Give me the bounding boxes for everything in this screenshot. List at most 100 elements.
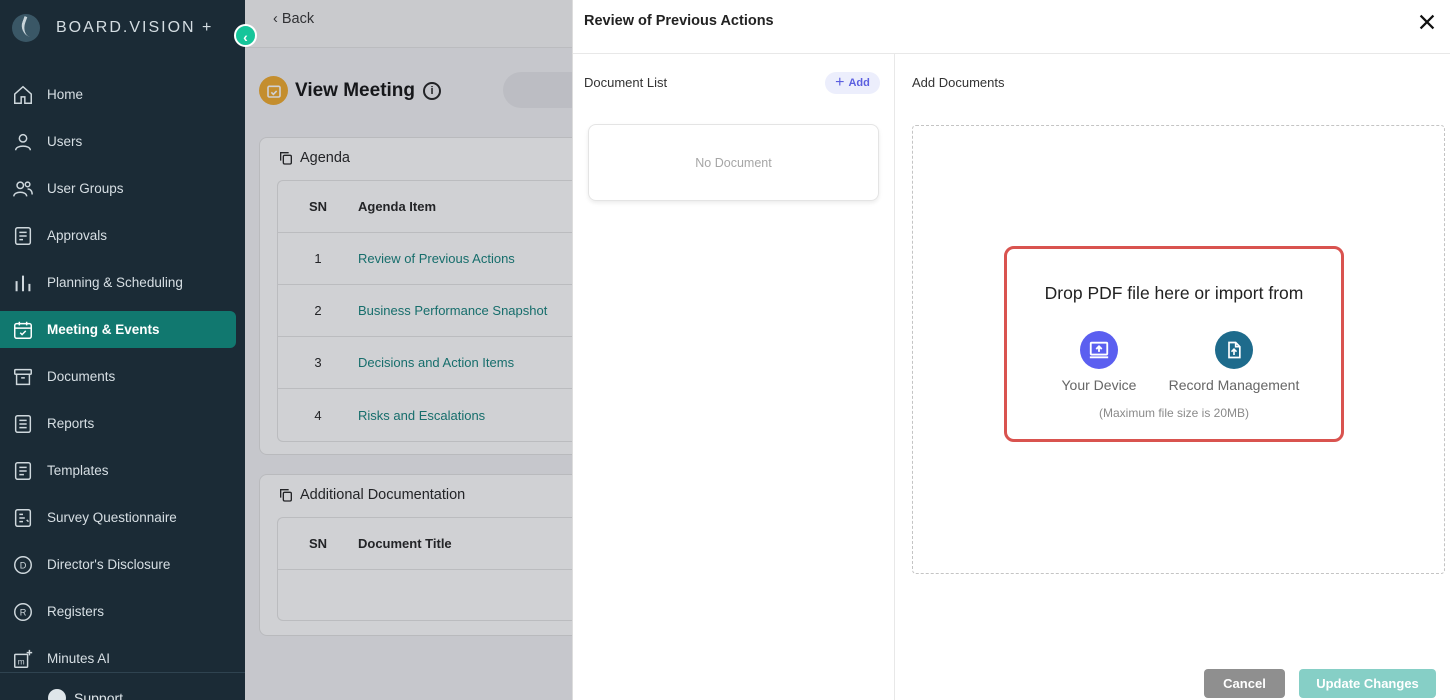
svg-text:R: R <box>20 607 27 617</box>
approval-icon <box>14 226 32 245</box>
user-icon <box>14 133 32 150</box>
sidebar-item-home[interactable]: Home <box>0 76 236 113</box>
agenda-item-link[interactable]: Review of Previous Actions <box>358 251 515 266</box>
file-upload-icon <box>1215 331 1253 369</box>
review-panel: Review of Previous Actions Document List… <box>572 0 1450 700</box>
sidebar-item-label: Minutes AI <box>47 651 111 666</box>
agenda-table: SN Agenda Item 1 Review of Previous Acti… <box>277 180 590 442</box>
support-button[interactable]: Support <box>48 689 123 700</box>
brand[interactable]: BOARD.VISION + <box>12 14 213 42</box>
col-agenda-item: Agenda Item <box>358 199 437 214</box>
sidebar-item-label: Survey Questionnaire <box>47 510 177 525</box>
drop-instructions: Drop PDF file here or import from <box>1044 283 1304 303</box>
sidebar-item-reports[interactable]: Reports <box>0 405 236 442</box>
max-file-size-note: (Maximum file size is 20MB) <box>1098 406 1250 420</box>
sidebar-collapse-button[interactable]: ‹ <box>234 24 257 47</box>
sidebar-footer: Support <box>0 672 245 700</box>
sidebar-nav: Home Users User Groups Approvals Plannin… <box>0 76 245 687</box>
page-title-text: View Meeting <box>295 79 416 101</box>
table-row: 2 Business Performance Snapshot <box>278 285 590 337</box>
device-upload-icon <box>1080 331 1118 369</box>
brand-logo-icon <box>12 14 40 42</box>
back-link[interactable]: ‹ Back <box>273 11 314 27</box>
your-device-label: Your Device <box>1061 377 1137 393</box>
panel-header: Review of Previous Actions <box>573 0 1450 54</box>
copy-icon <box>280 489 292 502</box>
chevron-left-icon: ‹ <box>243 29 248 45</box>
col-document-title: Document Title <box>358 536 452 551</box>
sidebar-item-registers[interactable]: R Registers <box>0 593 236 630</box>
archive-icon <box>14 368 32 385</box>
sidebar-item-directors-disclosure[interactable]: D Director's Disclosure <box>0 546 236 583</box>
agenda-item-link[interactable]: Business Performance Snapshot <box>358 303 547 318</box>
file-dropzone[interactable]: Drop PDF file here or import from Your D… <box>912 125 1445 574</box>
support-label: Support <box>74 690 124 700</box>
row-sn: 4 <box>314 407 322 423</box>
page-title: View Meeting i <box>259 76 442 105</box>
copy-icon <box>280 152 292 165</box>
sidebar-item-survey[interactable]: Survey Questionnaire <box>0 499 236 536</box>
table-header-row: SN Agenda Item <box>278 181 590 233</box>
letter-r-icon: R <box>14 602 32 621</box>
survey-icon <box>14 508 32 527</box>
sidebar-item-approvals[interactable]: Approvals <box>0 217 236 254</box>
template-icon <box>14 461 32 480</box>
info-icon[interactable]: i <box>423 81 442 100</box>
minutes-ai-icon: m <box>14 649 33 668</box>
sidebar-item-label: Templates <box>47 463 109 478</box>
agenda-title: Agenda <box>300 150 350 166</box>
agenda-card: Agenda SN Agenda Item 1 Review of Previo… <box>259 137 590 455</box>
sidebar-item-label: Meeting & Events <box>47 322 160 337</box>
bar-chart-icon <box>15 275 31 291</box>
import-options-box: Drop PDF file here or import from Your D… <box>1004 246 1344 442</box>
back-label: Back <box>281 11 315 27</box>
cancel-button[interactable]: Cancel <box>1204 669 1285 698</box>
sidebar-item-label: Director's Disclosure <box>47 557 171 572</box>
sidebar-item-templates[interactable]: Templates <box>0 452 236 489</box>
sidebar-item-label: Registers <box>47 604 105 619</box>
agenda-item-link[interactable]: Risks and Escalations <box>358 408 485 423</box>
user-group-icon <box>13 180 33 197</box>
brand-name: BOARD.VISION + <box>56 19 214 36</box>
your-device-option[interactable]: Your Device <box>1057 331 1141 393</box>
chat-icon <box>48 689 66 700</box>
add-document-button[interactable]: + Add <box>825 72 880 94</box>
calendar-check-icon <box>14 321 32 339</box>
sidebar-item-planning[interactable]: Planning & Scheduling <box>0 264 236 301</box>
plus-icon: + <box>835 74 845 91</box>
sidebar-item-label: User Groups <box>47 181 124 196</box>
add-label: Add <box>848 77 870 89</box>
record-management-option[interactable]: Record Management <box>1162 331 1306 393</box>
list-icon <box>14 414 32 433</box>
calendar-icon <box>259 76 288 105</box>
col-sn: SN <box>308 536 328 551</box>
additional-documentation-card: Additional Documentation SN Document Tit… <box>259 474 590 636</box>
col-sn: SN <box>308 199 328 214</box>
sidebar-item-meeting-events[interactable]: Meeting & Events <box>0 311 236 348</box>
additional-header: Additional Documentation <box>278 487 465 503</box>
letter-d-icon: D <box>14 555 32 574</box>
sidebar-item-documents[interactable]: Documents <box>0 358 236 395</box>
table-row: 4 Risks and Escalations <box>278 389 590 441</box>
sidebar-item-label: Planning & Scheduling <box>47 275 183 290</box>
row-sn: 3 <box>314 355 322 370</box>
empty-document-list: No Document <box>588 124 879 201</box>
sidebar-item-users[interactable]: Users <box>0 123 236 160</box>
sidebar-item-label: Reports <box>47 416 95 431</box>
add-documents-label: Add Documents <box>912 75 1005 90</box>
close-icon[interactable] <box>1416 11 1438 33</box>
table-row: 1 Review of Previous Actions <box>278 233 590 285</box>
agenda-header: Agenda <box>278 150 350 166</box>
update-changes-button[interactable]: Update Changes <box>1299 669 1436 698</box>
record-management-label: Record Management <box>1168 377 1300 393</box>
sidebar-item-label: Users <box>47 134 83 149</box>
svg-text:m: m <box>18 657 25 666</box>
svg-text:D: D <box>20 560 27 570</box>
sidebar-item-user-groups[interactable]: User Groups <box>0 170 236 207</box>
additional-table: SN Document Title <box>277 517 590 621</box>
table-header-row: SN Document Title <box>278 518 590 570</box>
no-document-text: No Document <box>695 155 772 170</box>
row-sn: 2 <box>314 303 322 318</box>
sidebar-item-label: Home <box>47 87 84 102</box>
agenda-item-link[interactable]: Decisions and Action Items <box>358 355 514 370</box>
